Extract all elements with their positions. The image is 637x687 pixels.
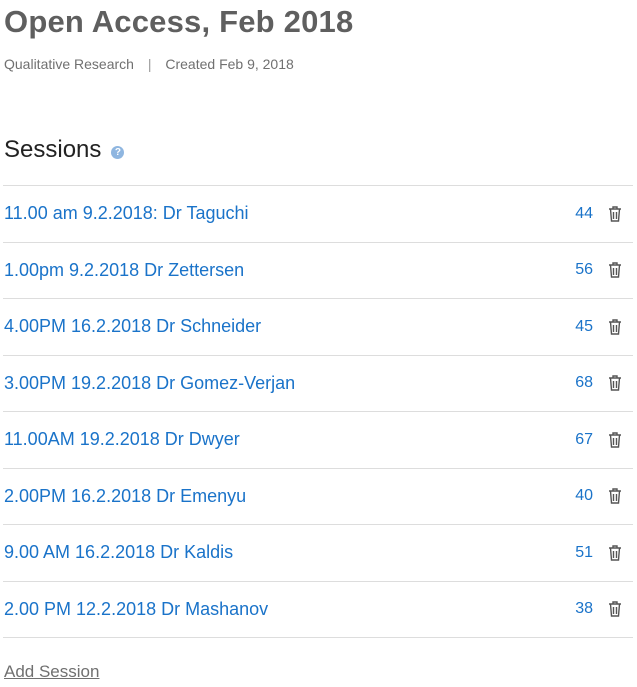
trash-icon[interactable]: [607, 374, 623, 392]
session-row: 2.00PM 16.2.2018 Dr Emenyu 40: [3, 469, 633, 525]
session-count[interactable]: 38: [575, 600, 593, 618]
session-count[interactable]: 67: [575, 431, 593, 449]
session-link[interactable]: 3.00PM 19.2.2018 Dr Gomez-Verjan: [4, 373, 295, 394]
trash-icon[interactable]: [607, 600, 623, 618]
session-row: 1.00pm 9.2.2018 Dr Zettersen 56: [3, 243, 633, 299]
add-session-link[interactable]: Add Session: [4, 662, 99, 682]
session-link[interactable]: 11.00AM 19.2.2018 Dr Dwyer: [4, 429, 240, 450]
session-link[interactable]: 1.00pm 9.2.2018 Dr Zettersen: [4, 260, 244, 281]
session-row: 11.00 am 9.2.2018: Dr Taguchi 44: [3, 186, 633, 243]
session-link[interactable]: 11.00 am 9.2.2018: Dr Taguchi: [4, 203, 249, 224]
session-count[interactable]: 51: [575, 544, 593, 562]
trash-icon[interactable]: [607, 544, 623, 562]
session-row: 2.00 PM 12.2.2018 Dr Mashanov 38: [3, 582, 633, 638]
trash-icon[interactable]: [607, 205, 623, 223]
session-count[interactable]: 56: [575, 261, 593, 279]
help-icon[interactable]: ?: [111, 145, 125, 159]
session-count[interactable]: 44: [575, 205, 593, 223]
session-list: 11.00 am 9.2.2018: Dr Taguchi 44 1.00pm …: [3, 185, 633, 638]
session-row: 3.00PM 19.2.2018 Dr Gomez-Verjan 68: [3, 356, 633, 412]
session-link[interactable]: 2.00PM 16.2.2018 Dr Emenyu: [4, 486, 246, 507]
project-meta: Qualitative Research | Created Feb 9, 20…: [4, 56, 294, 72]
meta-separator: |: [147, 56, 152, 72]
trash-icon[interactable]: [607, 431, 623, 449]
sessions-title: Sessions: [4, 136, 102, 163]
session-count[interactable]: 40: [575, 487, 593, 505]
session-link[interactable]: 4.00PM 16.2.2018 Dr Schneider: [4, 316, 261, 337]
session-row: 4.00PM 16.2.2018 Dr Schneider 45: [3, 299, 633, 356]
session-count[interactable]: 45: [575, 318, 593, 336]
session-link[interactable]: 2.00 PM 12.2.2018 Dr Mashanov: [4, 599, 268, 620]
page-title: Open Access, Feb 2018: [4, 4, 354, 39]
project-type: Qualitative Research: [4, 56, 134, 72]
sessions-heading: Sessions ?: [4, 136, 125, 164]
session-row: 11.00AM 19.2.2018 Dr Dwyer 67: [3, 412, 633, 469]
session-link[interactable]: 9.00 AM 16.2.2018 Dr Kaldis: [4, 542, 233, 563]
session-row: 9.00 AM 16.2.2018 Dr Kaldis 51: [3, 525, 633, 582]
created-date: Created Feb 9, 2018: [165, 56, 294, 72]
session-count[interactable]: 68: [575, 374, 593, 392]
trash-icon[interactable]: [607, 261, 623, 279]
trash-icon[interactable]: [607, 318, 623, 336]
trash-icon[interactable]: [607, 487, 623, 505]
